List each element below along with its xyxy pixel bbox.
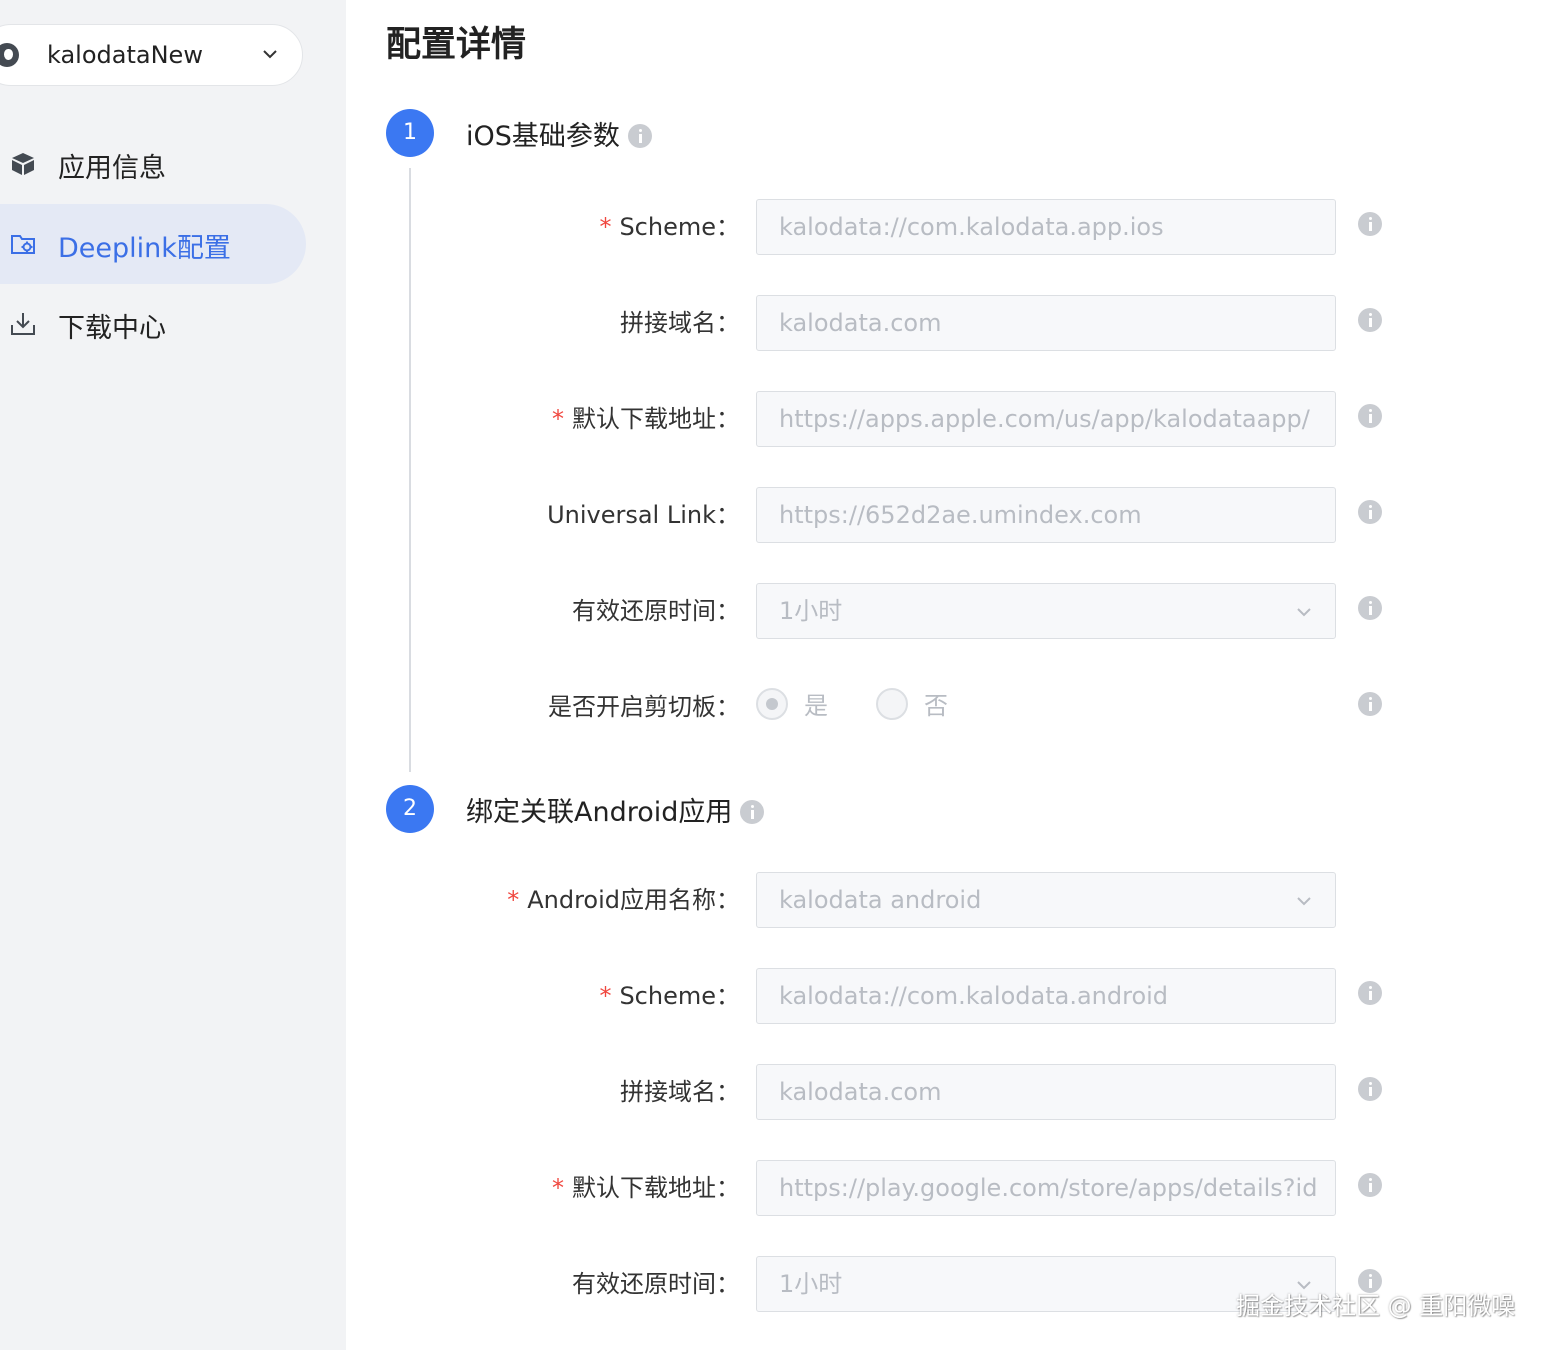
- label-text: 有效还原时间: [572, 1270, 716, 1298]
- step-title-text: iOS基础参数: [466, 121, 620, 152]
- ios-scheme-label: * Scheme：: [599, 212, 740, 242]
- step-number-1: 1: [386, 109, 434, 157]
- app-selector-name: kalodataNew: [47, 41, 203, 69]
- ios-scheme-input[interactable]: kalodata://com.kalodata.app.ios: [756, 199, 1336, 255]
- clipboard-yes-radio[interactable]: [756, 688, 788, 720]
- ios-clipboard-label: 是否开启剪切板：: [548, 692, 740, 722]
- folder-settings-icon: [11, 235, 35, 254]
- required-asterisk: *: [552, 405, 564, 433]
- page-title: 配置详情: [386, 25, 527, 65]
- android-download-label: * 默认下载地址：: [552, 1173, 740, 1203]
- label-colon: ：: [716, 405, 740, 433]
- info-icon[interactable]: [1358, 981, 1382, 1005]
- label-text: 拼接域名: [620, 309, 716, 337]
- label-text: Universal Link: [547, 501, 716, 529]
- ios-restore-time-label: 有效还原时间：: [572, 596, 740, 626]
- required-asterisk: *: [552, 1174, 564, 1202]
- chevron-down-icon: [1297, 897, 1311, 906]
- ios-domain-input[interactable]: kalodata.com: [756, 295, 1336, 351]
- label-colon: ：: [716, 1174, 740, 1202]
- ios-download-input[interactable]: https://apps.apple.com/us/app/kalodataap…: [756, 391, 1336, 447]
- android-app-name-select[interactable]: kalodata android: [756, 872, 1336, 928]
- label-text: Android应用名称: [527, 886, 716, 914]
- sidebar-item-deeplink[interactable]: Deeplink配置: [0, 204, 306, 284]
- step-connector-line: [409, 168, 411, 772]
- label-colon: ：: [716, 982, 740, 1010]
- label-colon: ：: [716, 1078, 740, 1106]
- step-title-ios: iOS基础参数: [466, 114, 652, 153]
- label-colon: ：: [716, 213, 740, 241]
- info-icon[interactable]: [740, 799, 765, 824]
- label-colon: ：: [716, 501, 740, 529]
- info-icon[interactable]: [1358, 212, 1382, 236]
- label-colon: ：: [716, 309, 740, 337]
- label-text: Scheme: [619, 213, 716, 241]
- label-text: 有效还原时间: [572, 597, 716, 625]
- select-value: kalodata android: [779, 886, 982, 914]
- android-domain-label: 拼接域名：: [620, 1077, 740, 1107]
- required-asterisk: *: [507, 886, 520, 914]
- apple-icon: [0, 43, 19, 67]
- app-selector[interactable]: kalodataNew: [0, 24, 303, 86]
- label-text: 默认下载地址: [572, 405, 716, 433]
- label-text: Scheme: [619, 982, 716, 1010]
- info-icon[interactable]: [1358, 1077, 1382, 1101]
- info-icon[interactable]: [1358, 500, 1382, 524]
- clipboard-no-label[interactable]: 否: [924, 688, 948, 724]
- info-icon[interactable]: [1358, 692, 1382, 716]
- select-value: 1小时: [779, 1270, 843, 1298]
- label-text: 是否开启剪切板: [548, 693, 716, 721]
- label-text: 拼接域名: [620, 1078, 716, 1106]
- sidebar-item-app-info[interactable]: 应用信息: [0, 124, 306, 204]
- info-icon[interactable]: [1358, 596, 1382, 620]
- clipboard-yes-label[interactable]: 是: [804, 688, 828, 724]
- step-number-2: 2: [386, 785, 434, 833]
- sidebar-item-label: 应用信息: [58, 153, 166, 184]
- info-icon[interactable]: [627, 123, 652, 148]
- download-icon: [11, 313, 35, 335]
- step-title-text: 绑定关联Android应用: [466, 797, 733, 828]
- sidebar-item-label: 下载中心: [58, 313, 166, 344]
- ios-universal-link-input[interactable]: https://652d2ae.umindex.com: [756, 487, 1336, 543]
- label-colon: ：: [716, 693, 740, 721]
- ios-domain-label: 拼接域名：: [620, 308, 740, 338]
- required-asterisk: *: [599, 982, 612, 1010]
- chevron-down-icon: [1297, 608, 1311, 617]
- sidebar-item-download-center[interactable]: 下载中心: [0, 284, 306, 364]
- select-value: 1小时: [779, 597, 843, 625]
- watermark: 掘金技术社区 @ 重阳微噪: [1236, 1292, 1516, 1320]
- android-restore-time-label: 有效还原时间：: [572, 1269, 740, 1299]
- android-download-input[interactable]: https://play.google.com/store/apps/detai…: [756, 1160, 1336, 1216]
- ios-download-label: * 默认下载地址：: [552, 404, 740, 434]
- clipboard-no-radio[interactable]: [876, 688, 908, 720]
- required-asterisk: *: [599, 213, 612, 241]
- android-app-name-label: * Android应用名称：: [507, 885, 740, 915]
- label-colon: ：: [716, 886, 740, 914]
- label-text: 默认下载地址: [572, 1174, 716, 1202]
- info-icon[interactable]: [1358, 1173, 1382, 1197]
- ios-restore-time-select[interactable]: 1小时: [756, 583, 1336, 639]
- label-colon: ：: [716, 1270, 740, 1298]
- android-domain-input[interactable]: kalodata.com: [756, 1064, 1336, 1120]
- cube-icon: [12, 153, 34, 175]
- android-scheme-label: * Scheme：: [599, 981, 740, 1011]
- sidebar: kalodataNew 应用信息 Deeplink配置 下载中心: [0, 0, 346, 1350]
- info-icon[interactable]: [1358, 404, 1382, 428]
- step-title-android: 绑定关联Android应用: [466, 790, 765, 829]
- sidebar-item-label: Deeplink配置: [58, 233, 231, 264]
- label-colon: ：: [716, 597, 740, 625]
- chevron-down-icon: [263, 50, 277, 59]
- info-icon[interactable]: [1358, 308, 1382, 332]
- ios-universal-link-label: Universal Link：: [547, 500, 740, 530]
- android-scheme-input[interactable]: kalodata://com.kalodata.android: [756, 968, 1336, 1024]
